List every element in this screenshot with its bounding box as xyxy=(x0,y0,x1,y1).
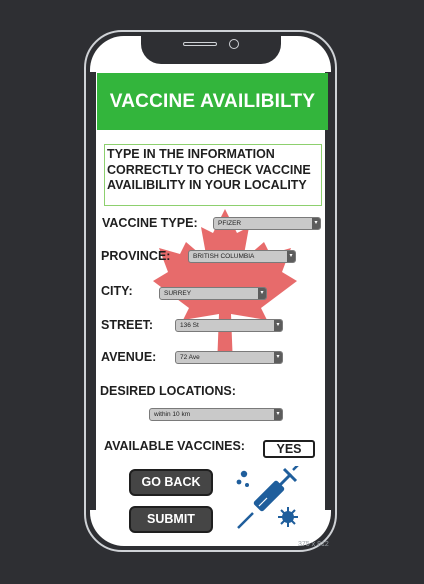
phone-screen: VACCINE AVAILIBILTY TYPE IN THE INFORMAT… xyxy=(90,36,331,546)
desired-locations-label: DESIRED LOCATIONS: xyxy=(100,384,236,398)
street-value: 136 St xyxy=(180,322,199,329)
avenue-select[interactable]: 72 Ave ▾ xyxy=(175,351,283,364)
vaccine-type-select[interactable]: PFIZER ▾ xyxy=(213,217,321,230)
speaker-icon xyxy=(182,42,217,46)
canvas-size-label: 375 x 812 xyxy=(298,541,329,548)
avenue-label: AVENUE: xyxy=(101,350,157,364)
vaccine-syringe-icon xyxy=(236,466,299,529)
vaccine-type-value: PFIZER xyxy=(218,220,242,227)
instructions-text: TYPE IN THE INFORMATION CORRECTLY TO CHE… xyxy=(104,144,322,206)
city-select[interactable]: SURREY ▾ xyxy=(159,287,267,300)
desired-locations-value: within 10 km xyxy=(154,411,191,418)
province-value: BRITISH COLUMBIA xyxy=(193,253,255,260)
submit-button[interactable]: SUBMIT xyxy=(129,506,213,533)
chevron-down-icon: ▾ xyxy=(274,320,282,331)
availability-status: YES xyxy=(263,440,315,458)
chevron-down-icon: ▾ xyxy=(274,409,282,420)
street-select[interactable]: 136 St ▾ xyxy=(175,319,283,332)
avenue-value: 72 Ave xyxy=(180,354,200,361)
camera-icon xyxy=(228,39,239,49)
go-back-button[interactable]: GO BACK xyxy=(129,469,213,496)
street-label: STREET: xyxy=(101,318,154,332)
desired-locations-select[interactable]: within 10 km ▾ xyxy=(149,408,283,421)
phone-notch xyxy=(140,36,281,64)
chevron-down-icon: ▾ xyxy=(258,288,266,299)
phone-frame: VACCINE AVAILIBILTY TYPE IN THE INFORMAT… xyxy=(84,30,337,552)
city-label: CITY: xyxy=(101,284,133,298)
chevron-down-icon: ▾ xyxy=(274,352,282,363)
city-value: SURREY xyxy=(164,290,192,297)
province-select[interactable]: BRITISH COLUMBIA ▾ xyxy=(188,250,296,263)
vaccine-type-label: VACCINE TYPE: xyxy=(102,216,198,230)
phone-bezel-left xyxy=(90,72,96,510)
chevron-down-icon: ▾ xyxy=(312,218,320,229)
page-title: VACCINE AVAILIBILTY xyxy=(109,90,316,112)
province-label: PROVINCE: xyxy=(101,249,171,263)
available-vaccines-label: AVAILABLE VACCINES: xyxy=(104,439,245,453)
header-bar: VACCINE AVAILIBILTY xyxy=(97,73,328,130)
chevron-down-icon: ▾ xyxy=(287,251,295,262)
phone-bezel-right xyxy=(325,72,331,510)
